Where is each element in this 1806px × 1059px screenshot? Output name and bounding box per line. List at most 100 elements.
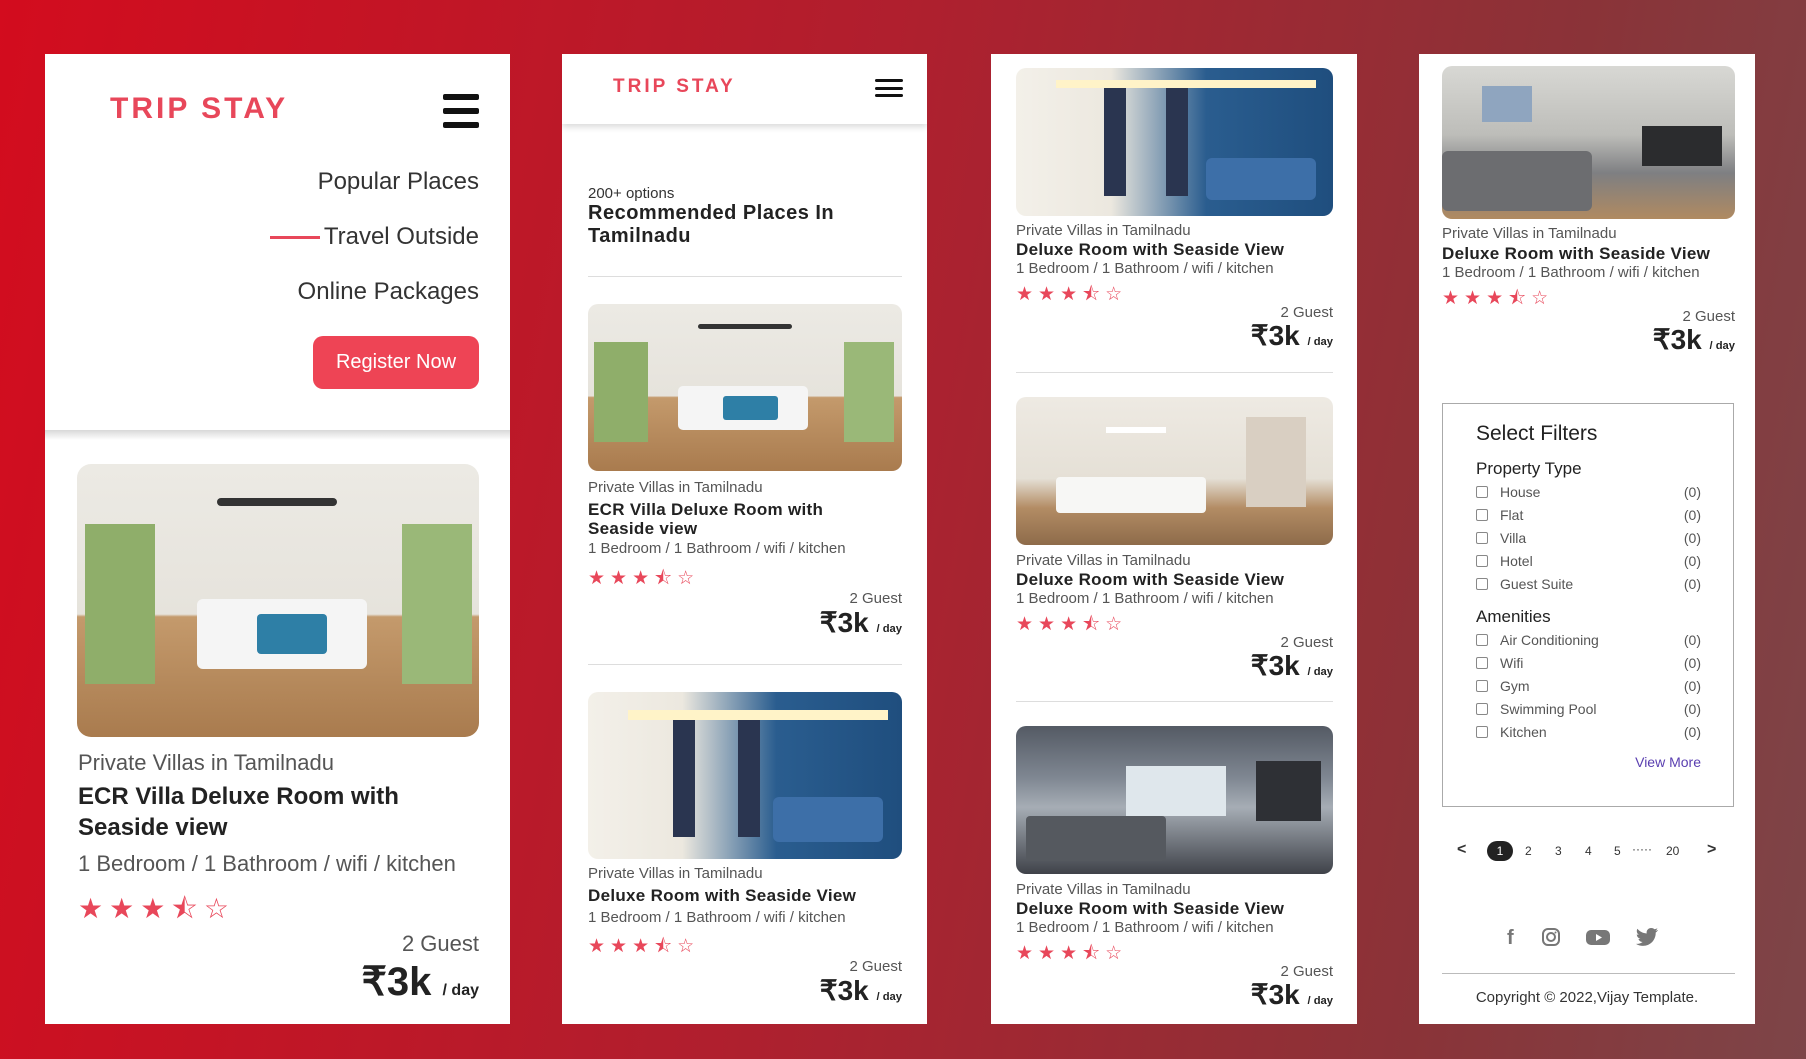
room-photo[interactable] xyxy=(1442,66,1735,219)
option-count: (0) xyxy=(1683,507,1701,523)
filter-option-gym[interactable]: Gym (0) xyxy=(1476,678,1701,694)
brand-logo[interactable]: TRIP STAY xyxy=(613,76,736,98)
filter-option-guest-suite[interactable]: Guest Suite (0) xyxy=(1476,576,1701,592)
active-nav-indicator xyxy=(270,236,320,239)
filter-option-hotel[interactable]: Hotel (0) xyxy=(1476,553,1701,569)
card-features: 1 Bedroom / 1 Bathroom / wifi / kitchen xyxy=(1442,264,1700,281)
copyright-text: Copyright © 2022,Vijay Template. xyxy=(1475,989,1699,1006)
card-title[interactable]: Deluxe Room with Seaside View xyxy=(1016,570,1284,590)
section-heading: Recommended Places In Tamilnadu xyxy=(588,202,835,247)
room-photo[interactable] xyxy=(1016,68,1333,216)
room-photo[interactable] xyxy=(588,692,902,859)
guest-count: 2 Guest xyxy=(849,590,902,607)
page-5[interactable]: 5 xyxy=(1614,844,1621,858)
filter-group-property-type: Property Type xyxy=(1476,459,1582,478)
nav-travel-outside[interactable]: Travel Outside xyxy=(324,223,479,251)
card-subtitle: Private Villas in Tamilnadu xyxy=(588,865,763,882)
option-count: (0) xyxy=(1683,701,1701,717)
price: ₹3k / day xyxy=(820,974,902,1007)
option-count: (0) xyxy=(1683,724,1701,740)
filter-group-amenities: Amenities xyxy=(1476,607,1551,626)
room-photo[interactable] xyxy=(1016,726,1333,874)
option-label: Air Conditioning xyxy=(1500,632,1599,648)
option-label: Gym xyxy=(1500,678,1530,694)
checkbox[interactable] xyxy=(1476,555,1488,567)
star-rating: ★★★⯪☆ xyxy=(588,568,700,589)
divider xyxy=(588,664,902,665)
hamburger-menu-icon[interactable] xyxy=(443,94,479,128)
card-features: 1 Bedroom / 1 Bathroom / wifi / kitchen xyxy=(588,909,846,926)
filters-title: Select Filters xyxy=(1476,422,1598,445)
checkbox[interactable] xyxy=(1476,532,1488,544)
price-value: ₹3k xyxy=(1652,324,1702,355)
checkbox[interactable] xyxy=(1476,578,1488,590)
filter-option-wifi[interactable]: Wifi (0) xyxy=(1476,655,1701,671)
card-title[interactable]: ECR Villa Deluxe Room with Seaside view xyxy=(588,500,888,538)
price-unit: / day xyxy=(876,623,903,635)
register-now-button[interactable]: Register Now xyxy=(313,336,479,389)
mobile-screen-menu: TRIP STAY Popular Places Travel Outside … xyxy=(45,54,510,1024)
page-20[interactable]: 20 xyxy=(1666,844,1679,858)
page-2[interactable]: 2 xyxy=(1525,844,1532,858)
card-title[interactable]: ECR Villa Deluxe Room with Seaside view xyxy=(78,781,458,843)
page-1[interactable]: 1 xyxy=(1487,841,1513,861)
brand-logo[interactable]: TRIP STAY xyxy=(110,92,288,126)
room-photo[interactable] xyxy=(588,304,902,471)
checkbox[interactable] xyxy=(1476,509,1488,521)
card-features: 1 Bedroom / 1 Bathroom / wifi / kitchen xyxy=(1016,260,1274,277)
nav-online-packages[interactable]: Online Packages xyxy=(298,278,479,306)
card-title[interactable]: Deluxe Room with Seaside View xyxy=(1016,899,1284,919)
checkbox[interactable] xyxy=(1476,703,1488,715)
card-title[interactable]: Deluxe Room with Seaside View xyxy=(1442,244,1710,264)
checkbox[interactable] xyxy=(1476,486,1488,498)
star-rating: ★★★⯪☆ xyxy=(588,936,700,957)
options-count: 200+ options xyxy=(588,185,675,202)
page-4[interactable]: 4 xyxy=(1585,844,1592,858)
guest-count: 2 Guest xyxy=(401,931,479,956)
next-page-icon[interactable]: > xyxy=(1707,841,1716,859)
checkbox[interactable] xyxy=(1476,634,1488,646)
checkbox[interactable] xyxy=(1476,726,1488,738)
divider xyxy=(1016,372,1333,373)
star-rating: ★★★⯪☆ xyxy=(1016,614,1128,635)
room-photo[interactable] xyxy=(77,464,479,737)
card-subtitle: Private Villas in Tamilnadu xyxy=(1016,881,1191,898)
view-more-link[interactable]: View More xyxy=(1635,754,1701,770)
facebook-icon[interactable]: f xyxy=(1507,927,1514,950)
filter-option-flat[interactable]: Flat (0) xyxy=(1476,507,1701,523)
divider xyxy=(1016,701,1333,702)
card-title[interactable]: Deluxe Room with Seaside View xyxy=(588,886,856,906)
mobile-screen-listings-scroll: Private Villas in Tamilnadu Deluxe Room … xyxy=(991,54,1357,1024)
card-subtitle: Private Villas in Tamilnadu xyxy=(1016,222,1191,239)
option-count: (0) xyxy=(1683,553,1701,569)
price-value: ₹3k xyxy=(361,960,432,1004)
instagram-icon[interactable] xyxy=(1541,927,1561,953)
divider xyxy=(1442,973,1735,974)
prev-page-icon[interactable]: < xyxy=(1457,841,1466,859)
price-unit: / day xyxy=(1709,340,1736,352)
filter-option-villa[interactable]: Villa (0) xyxy=(1476,530,1701,546)
option-count: (0) xyxy=(1683,678,1701,694)
filter-option-kitchen[interactable]: Kitchen (0) xyxy=(1476,724,1701,740)
hamburger-menu-icon[interactable] xyxy=(875,79,903,97)
option-count: (0) xyxy=(1683,530,1701,546)
twitter-icon[interactable] xyxy=(1635,927,1659,953)
checkbox[interactable] xyxy=(1476,657,1488,669)
price: ₹3k / day xyxy=(1251,649,1333,682)
nav-popular-places[interactable]: Popular Places xyxy=(318,168,479,196)
page-3[interactable]: 3 xyxy=(1555,844,1562,858)
youtube-icon[interactable] xyxy=(1585,927,1611,953)
price-value: ₹3k xyxy=(819,607,869,638)
filter-option-swimming-pool[interactable]: Swimming Pool (0) xyxy=(1476,701,1701,717)
filter-option-air-conditioning[interactable]: Air Conditioning (0) xyxy=(1476,632,1701,648)
filters-panel: Select Filters Property Type House (0) F… xyxy=(1442,403,1734,807)
card-features: 1 Bedroom / 1 Bathroom / wifi / kitchen xyxy=(1016,919,1274,936)
card-title[interactable]: Deluxe Room with Seaside View xyxy=(1016,240,1284,260)
filter-option-house[interactable]: House (0) xyxy=(1476,484,1701,500)
price-value: ₹3k xyxy=(1250,979,1300,1010)
checkbox[interactable] xyxy=(1476,680,1488,692)
price: ₹3k / day xyxy=(1653,323,1735,356)
price-unit: / day xyxy=(1307,995,1334,1007)
price-value: ₹3k xyxy=(1250,320,1300,351)
room-photo[interactable] xyxy=(1016,397,1333,545)
